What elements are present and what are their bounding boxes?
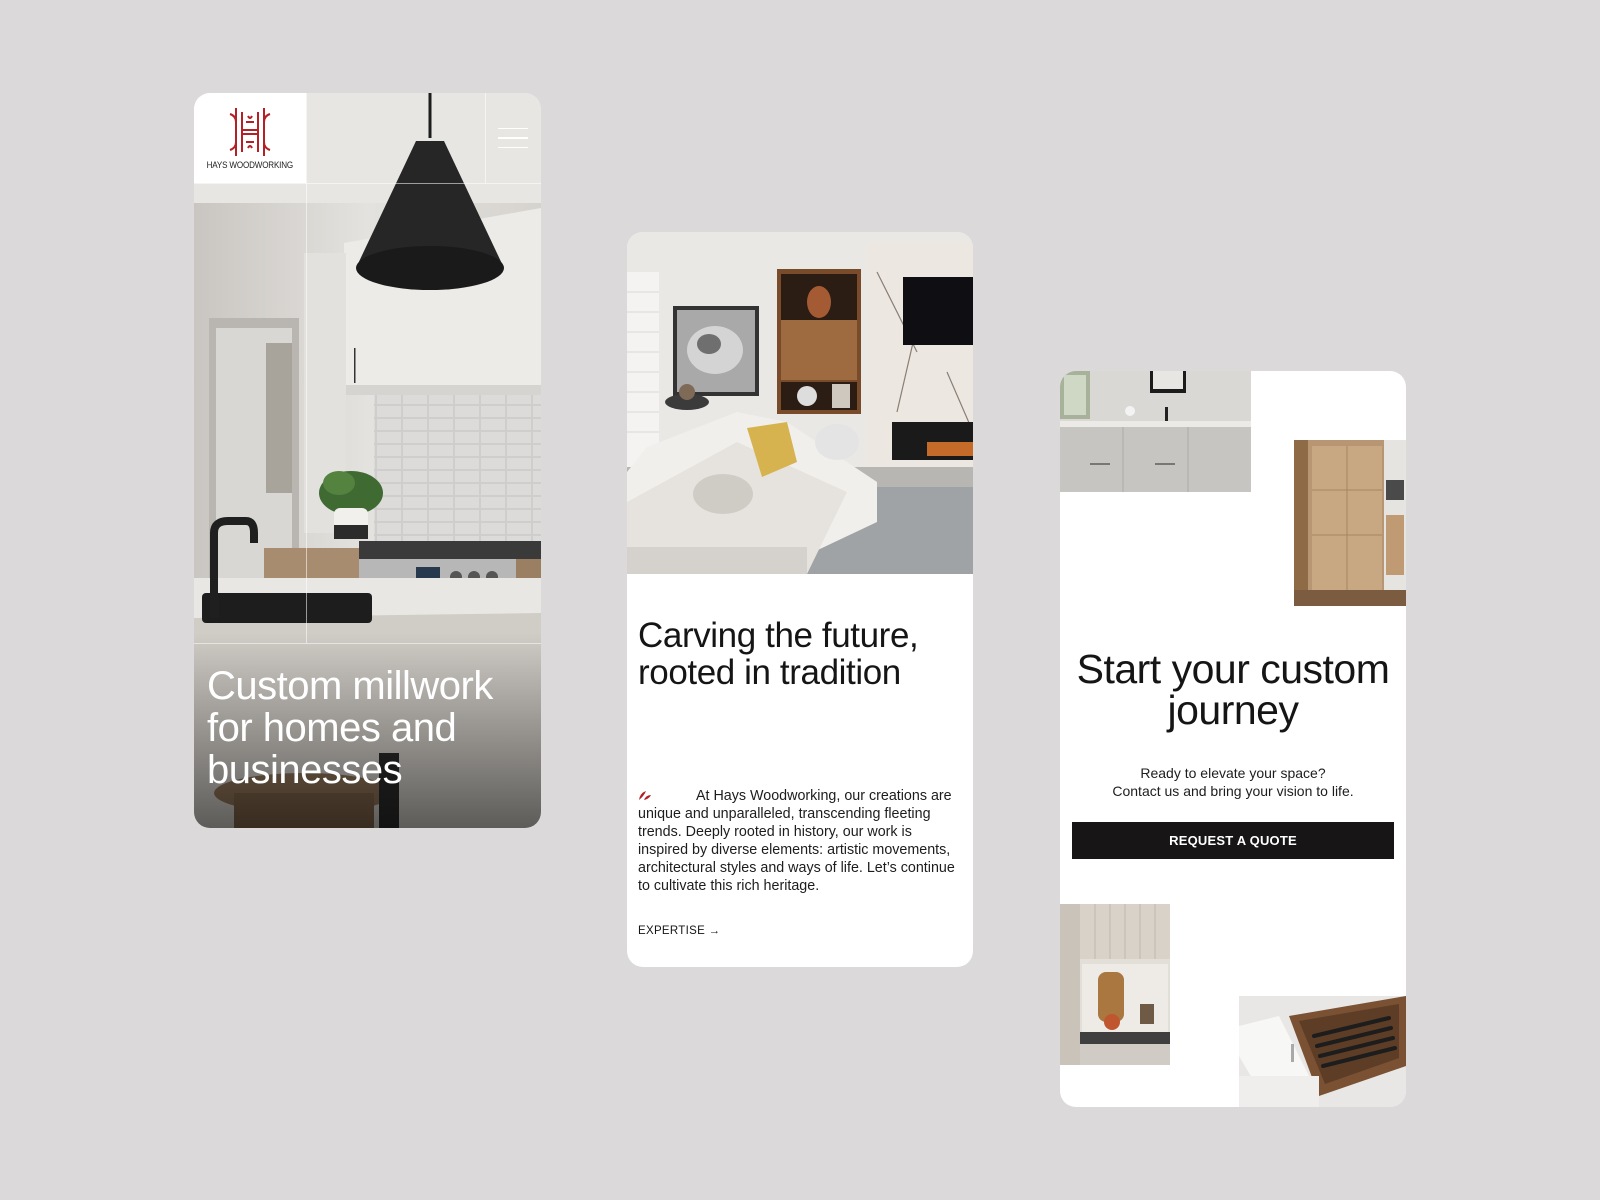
grid-line	[194, 643, 541, 644]
contact-subtitle: Ready to elevate your space? Contact us …	[1060, 764, 1406, 800]
logo[interactable]: HAYS WOODWORKING	[194, 93, 306, 183]
wood-cabinets-image	[1294, 440, 1406, 606]
expertise-link[interactable]: EXPERTISE →	[638, 925, 720, 937]
mobile-screen-hero: HAYS WOODWORKING Custom millwork for hom…	[194, 93, 541, 828]
request-quote-button[interactable]: REQUEST A QUOTE	[1072, 822, 1394, 859]
hamburger-menu-icon-line	[498, 137, 528, 139]
contact-subtitle-line-2: Contact us and bring your vision to life…	[1112, 783, 1354, 799]
about-text: At Hays Woodworking, our creations are u…	[638, 788, 955, 894]
leaf-icon-slot	[638, 790, 696, 800]
contact-subtitle-line-1: Ready to elevate your space?	[1140, 765, 1326, 781]
mobile-screen-contact: Start your custom journey Ready to eleva…	[1060, 371, 1406, 1107]
mobile-screen-about: Carving the future, rooted in tradition …	[627, 232, 973, 967]
menu-button[interactable]	[485, 93, 541, 183]
hamburger-menu-icon-line	[498, 146, 528, 149]
section-title: Carving the future, rooted in tradition	[638, 616, 919, 692]
about-paragraph: At Hays Woodworking, our creations are u…	[638, 787, 963, 895]
knife-drawer-image	[1239, 996, 1406, 1107]
bathroom-vanity-image	[1060, 371, 1251, 492]
contact-title: Start your custom journey	[1076, 646, 1390, 733]
red-leaf-icon	[639, 791, 651, 800]
grid-line	[306, 93, 307, 643]
grid-line	[194, 183, 541, 184]
hamburger-menu-icon	[498, 127, 528, 130]
hays-monogram-logo-icon	[229, 107, 271, 156]
kitchen-shelf-image	[1060, 904, 1170, 1065]
brand-name: HAYS WOODWORKING	[206, 159, 294, 171]
living-room-image	[627, 232, 973, 574]
hero-title: Custom millwork for homes and businesses	[207, 664, 493, 792]
